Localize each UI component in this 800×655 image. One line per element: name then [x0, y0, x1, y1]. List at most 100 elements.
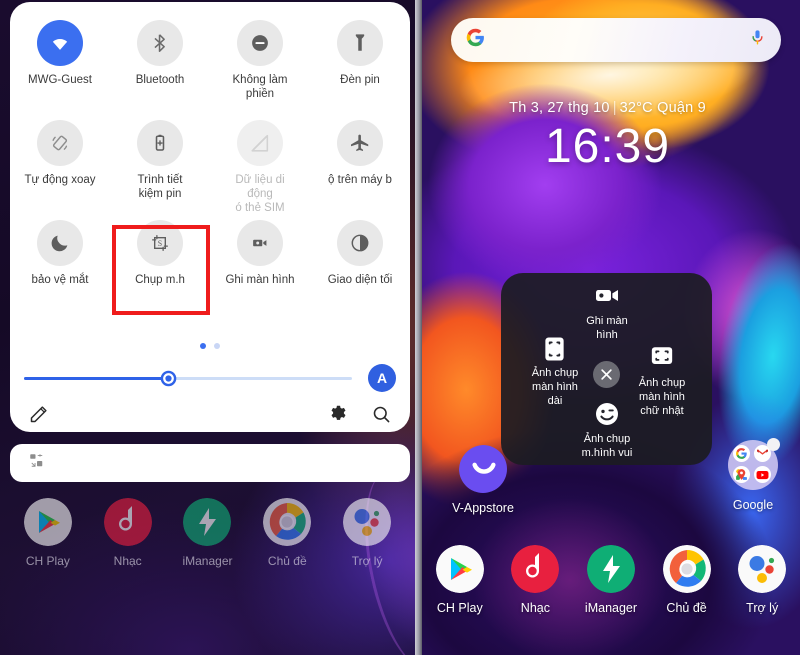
date-weather-line: Th 3, 27 thg 10 | 32°C Quận 9: [415, 100, 800, 116]
svg-text:S: S: [158, 239, 162, 248]
dock-app-label: iManager: [182, 554, 233, 568]
fun-screenshot-icon: [594, 401, 620, 427]
weekday-date: Th 3, 27 thg 10: [509, 100, 610, 116]
google-play-icon: [435, 545, 484, 593]
qs-tile-label: Tự động xoay: [24, 174, 96, 186]
google-search-bar[interactable]: [451, 18, 781, 62]
dock-app-ch-play[interactable]: CH Play: [12, 498, 84, 568]
qs-tile-label: Ghi màn hình: [225, 274, 295, 286]
rect-screenshot-icon: [649, 345, 675, 371]
eye-care-moon-icon: [37, 220, 83, 266]
qs-tile-label: Chụp m.h: [135, 274, 185, 286]
dock-app-label: Trợ lý: [351, 554, 383, 568]
qs-tile-bluetooth[interactable]: Bluetooth: [110, 12, 210, 112]
qs-tile-label: MWG-Guest: [28, 74, 92, 86]
search-icon[interactable]: [371, 404, 392, 425]
dock-app-label: CH Play: [436, 601, 483, 615]
dock-app-label: Nhạc: [113, 554, 142, 568]
dark-mode-icon: [337, 220, 383, 266]
qs-tile-label: Đèn pin: [340, 74, 380, 86]
youtube-mini-icon: [754, 466, 771, 483]
qs-tile-flashlight[interactable]: Đèn pin: [310, 12, 410, 112]
dock-app-label: Chủ đề: [666, 601, 707, 615]
dock-app-nhac[interactable]: Nhạc: [499, 545, 571, 615]
google-play-icon: [23, 498, 72, 546]
qs-tile-auto-rotate[interactable]: Tự động xoay: [10, 112, 110, 212]
screenshot-root: MWG-Guest Bluetooth Không làm phiền Đèn …: [0, 0, 800, 655]
dock-app-imanager[interactable]: iManager: [575, 545, 647, 615]
popup-option-fun-screenshot[interactable]: Ảnh chụp m.hình vui: [559, 401, 655, 460]
google-g-icon: [465, 27, 486, 53]
qs-tile-label: Dữ liệu di động ó thẻ SIM: [235, 174, 285, 214]
qs-tile-dark-mode[interactable]: Giao diện tối: [310, 212, 410, 312]
clock-weather-widget[interactable]: Th 3, 27 thg 10 | 32°C Quận 9 16:39: [415, 100, 800, 176]
auto-brightness-button[interactable]: A: [368, 364, 396, 392]
music-icon: [103, 498, 152, 546]
gear-icon[interactable]: [328, 404, 349, 425]
qs-tile-screenshot[interactable]: S Chụp m.h: [110, 212, 210, 312]
edit-pencil-icon[interactable]: [28, 404, 49, 425]
close-icon[interactable]: [593, 361, 620, 388]
google-maps-mini-icon: [733, 466, 750, 483]
location: Quận 9: [657, 100, 706, 116]
page-dot-2[interactable]: [214, 343, 220, 349]
dock-app-chu-de[interactable]: Chủ đề: [651, 545, 723, 615]
do-not-disturb-icon: [237, 20, 283, 66]
video-camera-icon: [594, 283, 620, 309]
dock-app-chu-de[interactable]: Chủ đề: [251, 498, 323, 568]
media-output-icon: [28, 452, 46, 475]
clock-time: 16:39: [544, 120, 671, 173]
qs-tile-battery-saver[interactable]: Trình tiết kiệm pin: [110, 112, 210, 212]
brightness-slider[interactable]: [24, 370, 352, 386]
media-output-strip[interactable]: [10, 444, 410, 482]
microphone-icon[interactable]: [748, 28, 767, 52]
qs-tile-do-not-disturb[interactable]: Không làm phiền: [210, 12, 310, 112]
dock-app-tro-ly[interactable]: Trợ lý: [331, 498, 403, 568]
qs-tile-label: bảo vệ mắt: [31, 274, 89, 286]
dock-app-label: CH Play: [25, 554, 70, 568]
google-search-mini-icon: [733, 445, 750, 462]
brightness-slider-thumb[interactable]: [160, 370, 177, 387]
separator: |: [612, 100, 617, 116]
popup-option-screen-record[interactable]: Ghi màn hình: [561, 283, 653, 342]
dock-app-label: Nhạc: [520, 601, 550, 615]
popup-option-long-screenshot[interactable]: Ảnh chụp màn hình dài: [513, 335, 597, 408]
home-folder-google[interactable]: Google: [715, 438, 791, 512]
page-dot-1[interactable]: [200, 343, 206, 349]
qs-tile-label: Bluetooth: [135, 74, 185, 86]
dock-app-tro-ly[interactable]: Trợ lý: [726, 545, 798, 615]
v-appstore-icon: [459, 445, 507, 493]
dock-app-label: iManager: [584, 601, 638, 615]
dock-app-ch-play[interactable]: CH Play: [424, 545, 496, 615]
qs-tile-mobile-data[interactable]: Dữ liệu di động ó thẻ SIM: [210, 112, 310, 214]
dock-app-nhac[interactable]: Nhạc: [92, 498, 164, 568]
popup-option-label: Ảnh chụp m.hình vui: [581, 433, 633, 459]
qs-tile-screen-record[interactable]: Ghi màn hình: [210, 212, 310, 312]
phone-bezel: [415, 0, 422, 655]
screenshot-options-popup: Ghi màn hình Ảnh chụp màn hình dài Ảnh c…: [501, 273, 712, 465]
left-home-dock: CH Play Nhạc iManager Chủ đề Trợ lý: [0, 498, 415, 568]
qs-tile-airplane-mode[interactable]: ộ trên máy b: [310, 112, 410, 212]
qs-tile-label: Giao diện tối: [327, 274, 393, 286]
auto-rotate-icon: [37, 120, 83, 166]
wifi-icon: [37, 20, 83, 66]
dock-app-label: Trợ lý: [746, 601, 779, 615]
mobile-data-off-icon: [237, 120, 283, 166]
dock-app-imanager[interactable]: iManager: [171, 498, 243, 568]
flashlight-icon: [337, 20, 383, 66]
qs-tile-eye-care[interactable]: bảo vệ mắt: [10, 212, 110, 312]
right-home-dock: CH Play Nhạc iManager Chủ đề Trợ lý: [422, 545, 800, 615]
home-folder-label: Google: [732, 498, 774, 512]
music-icon: [511, 545, 560, 593]
google-assistant-icon: [738, 545, 787, 593]
qs-tile-wifi[interactable]: MWG-Guest: [10, 12, 110, 112]
themes-icon: [263, 498, 312, 546]
temperature: 32°C: [619, 100, 653, 116]
google-assistant-icon: [343, 498, 392, 546]
quick-settings-grid: MWG-Guest Bluetooth Không làm phiền Đèn …: [10, 12, 410, 312]
folder-badge: [767, 438, 780, 451]
quick-settings-page-dots[interactable]: [10, 343, 410, 349]
google-folder-icon: [728, 438, 780, 490]
long-screenshot-icon: [542, 335, 568, 361]
battery-saver-icon: [137, 120, 183, 166]
